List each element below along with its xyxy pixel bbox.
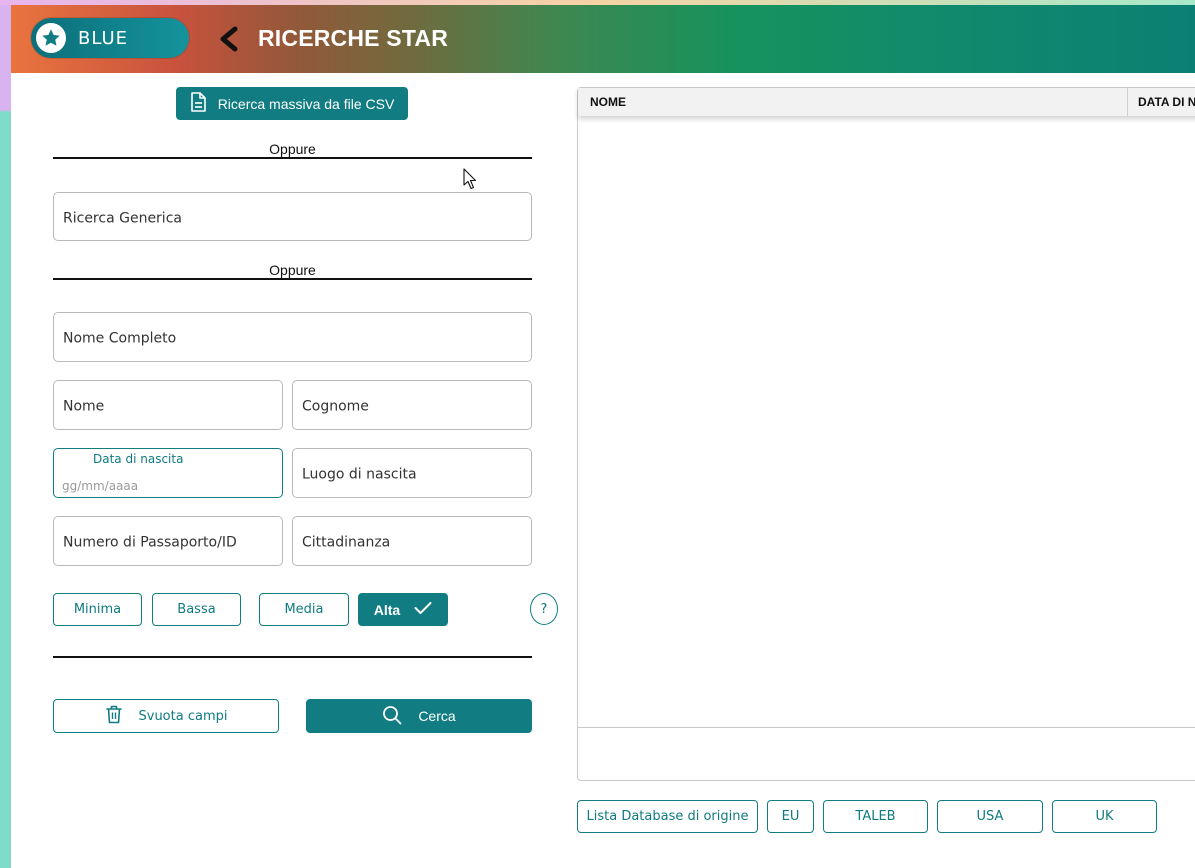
checkmark-icon bbox=[414, 601, 432, 618]
level-media-button[interactable]: Media bbox=[259, 593, 349, 626]
level-media-label: Media bbox=[284, 602, 324, 617]
passport-input[interactable]: Numero di Passaporto/ID bbox=[53, 516, 283, 566]
birth-place-label: Luogo di nascita bbox=[302, 466, 417, 483]
level-minima-label: Minima bbox=[73, 602, 122, 617]
page-title: RICERCHE STAR bbox=[258, 25, 449, 51]
search-button[interactable]: Cerca bbox=[306, 699, 532, 733]
level-minima-button[interactable]: Minima bbox=[53, 593, 142, 626]
generic-search-label: Ricerca Generica bbox=[63, 210, 182, 227]
birth-date-placeholder: gg/mm/aaaa bbox=[62, 479, 139, 493]
citizenship-input[interactable]: Cittadinanza bbox=[292, 516, 532, 566]
results-table-footer-divider bbox=[578, 727, 1195, 728]
search-icon bbox=[382, 705, 402, 728]
column-divider[interactable] bbox=[1127, 88, 1128, 116]
mouse-cursor-icon bbox=[463, 168, 477, 194]
level-alta-button[interactable]: Alta bbox=[358, 593, 448, 626]
app-window: BLUE RICERCHE STAR Ricerca massiva da fi… bbox=[11, 5, 1195, 868]
back-arrow-icon[interactable] bbox=[216, 25, 240, 53]
csv-search-label: Ricerca massiva da file CSV bbox=[217, 95, 395, 112]
full-name-label: Nome Completo bbox=[63, 330, 177, 347]
column-header-data-di-nascita[interactable]: DATA DI N bbox=[1138, 88, 1195, 116]
results-table-header: NOME DATA DI N bbox=[578, 88, 1195, 116]
column-header-nome[interactable]: NOME bbox=[590, 88, 626, 116]
search-label: Cerca bbox=[418, 708, 456, 724]
database-taleb-button[interactable]: TALEB bbox=[823, 800, 928, 833]
passport-label: Numero di Passaporto/ID bbox=[63, 534, 237, 551]
database-uk-button[interactable]: UK bbox=[1052, 800, 1157, 833]
full-name-input[interactable]: Nome Completo bbox=[53, 312, 532, 362]
database-list-label: Lista Database di origine bbox=[586, 809, 749, 824]
clear-fields-button[interactable]: Svuota campi bbox=[53, 699, 279, 733]
separator-line bbox=[53, 278, 532, 280]
results-table[interactable]: NOME DATA DI N bbox=[577, 87, 1195, 781]
document-icon bbox=[190, 92, 206, 115]
help-button[interactable]: ? bbox=[530, 593, 558, 625]
birth-place-input[interactable]: Luogo di nascita bbox=[292, 448, 532, 498]
database-usa-button[interactable]: USA bbox=[937, 800, 1043, 833]
database-taleb-label: TALEB bbox=[855, 809, 896, 824]
birth-date-label: Data di nascita bbox=[93, 452, 184, 466]
brand-badge[interactable]: BLUE bbox=[31, 18, 189, 58]
level-bassa-label: Bassa bbox=[177, 602, 216, 617]
desktop-background bbox=[0, 0, 11, 868]
separator-label: Oppure bbox=[269, 141, 316, 157]
separator-line bbox=[53, 157, 532, 159]
star-icon bbox=[36, 23, 66, 53]
last-name-label: Cognome bbox=[302, 398, 369, 415]
last-name-input[interactable]: Cognome bbox=[292, 380, 532, 430]
first-name-label: Nome bbox=[63, 398, 105, 415]
database-eu-label: EU bbox=[781, 809, 800, 824]
app-header: BLUE RICERCHE STAR bbox=[11, 5, 1195, 73]
citizenship-label: Cittadinanza bbox=[302, 534, 391, 551]
birth-date-input[interactable]: Data di nascita gg/mm/aaaa bbox=[53, 448, 283, 498]
first-name-input[interactable]: Nome bbox=[53, 380, 283, 430]
clear-fields-label: Svuota campi bbox=[138, 708, 228, 724]
database-uk-label: UK bbox=[1095, 809, 1114, 824]
database-usa-label: USA bbox=[976, 809, 1004, 824]
trash-icon bbox=[105, 704, 123, 728]
database-eu-button[interactable]: EU bbox=[767, 800, 814, 833]
level-alta-label: Alta bbox=[373, 601, 401, 618]
csv-search-button[interactable]: Ricerca massiva da file CSV bbox=[176, 87, 408, 120]
help-label: ? bbox=[540, 601, 548, 617]
separator-line bbox=[53, 656, 532, 658]
separator-label: Oppure bbox=[269, 262, 316, 278]
level-bassa-button[interactable]: Bassa bbox=[152, 593, 241, 626]
brand-label: BLUE bbox=[78, 27, 129, 49]
generic-search-input[interactable]: Ricerca Generica bbox=[53, 192, 532, 241]
database-list-button[interactable]: Lista Database di origine bbox=[577, 800, 758, 833]
